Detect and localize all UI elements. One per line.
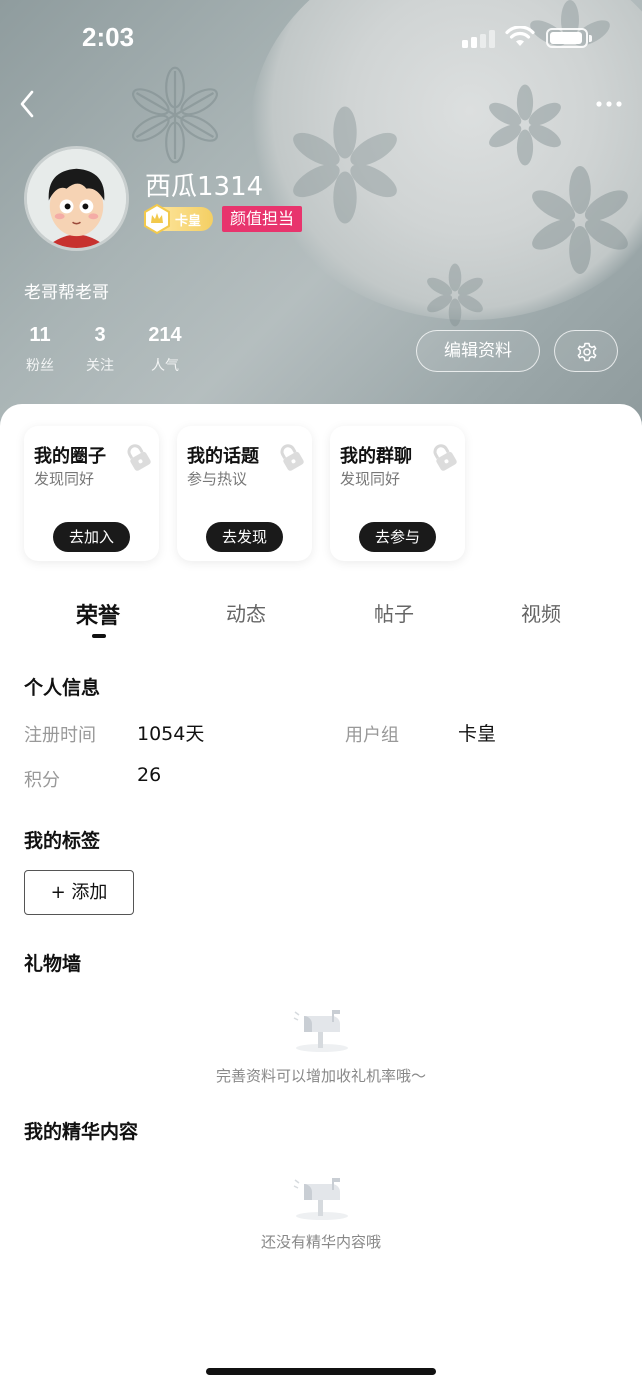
stat-label: 粉丝 bbox=[26, 358, 54, 374]
mailbox-icon bbox=[293, 1010, 348, 1052]
featured-empty-text: 还没有精华内容哦 bbox=[260, 1233, 381, 1251]
home-indicator[interactable] bbox=[206, 1368, 436, 1375]
flower-decoration bbox=[489, 84, 561, 166]
section-title-gift-wall: 礼物墙 bbox=[24, 953, 82, 975]
gear-icon bbox=[577, 342, 597, 362]
stat-popularity[interactable]: 214 人气 bbox=[145, 324, 185, 375]
lock-icon bbox=[127, 444, 151, 471]
tab-videos[interactable]: 视频 bbox=[521, 598, 561, 627]
vip-badge-label: 卡皇 bbox=[175, 214, 202, 229]
card-title: 我的圈子 bbox=[34, 446, 106, 467]
vip-badge[interactable]: 卡皇 bbox=[144, 204, 213, 234]
section-title-personal-info: 个人信息 bbox=[24, 677, 101, 699]
lock-icon bbox=[280, 444, 304, 471]
points-label: 积分 bbox=[24, 770, 60, 791]
user-group-label: 用户组 bbox=[345, 725, 399, 746]
register-time-label: 注册时间 bbox=[24, 725, 96, 746]
card-my-circles[interactable]: 我的圈子 发现同好 去加入 bbox=[24, 426, 159, 561]
avatar[interactable] bbox=[24, 146, 129, 251]
add-tag-button[interactable]: + 添加 bbox=[24, 870, 134, 915]
more-icon[interactable] bbox=[594, 94, 624, 114]
card-subtitle: 参与热议 bbox=[187, 470, 248, 488]
bio: 老哥帮老哥 bbox=[24, 283, 109, 303]
stat-label: 人气 bbox=[151, 358, 179, 374]
stat-value: 214 bbox=[148, 324, 182, 346]
username: 西瓜1314 bbox=[145, 172, 264, 202]
flower-decoration bbox=[427, 263, 483, 327]
flower-decoration bbox=[532, 166, 628, 274]
stat-fans[interactable]: 11 粉丝 bbox=[24, 324, 56, 375]
tab-honor[interactable]: 荣誉 bbox=[76, 598, 120, 630]
status-bar: 2:03 bbox=[0, 0, 642, 80]
honor-badge[interactable]: 颜值担当 bbox=[222, 206, 303, 232]
back-icon[interactable] bbox=[14, 86, 44, 122]
edit-profile-button[interactable]: 编辑资料 bbox=[416, 330, 540, 372]
discover-topic-button[interactable]: 去发现 bbox=[206, 522, 283, 552]
card-subtitle: 发现同好 bbox=[340, 470, 401, 488]
join-circle-button[interactable]: 去加入 bbox=[53, 522, 130, 552]
crown-icon bbox=[144, 204, 170, 234]
mailbox-icon bbox=[293, 1178, 348, 1220]
stat-value: 3 bbox=[94, 324, 106, 346]
card-my-topics[interactable]: 我的话题 参与热议 去发现 bbox=[177, 426, 312, 561]
section-title-featured: 我的精华内容 bbox=[24, 1121, 139, 1143]
join-group-button[interactable]: 去参与 bbox=[359, 522, 436, 552]
card-title: 我的话题 bbox=[187, 446, 259, 467]
tab-activity[interactable]: 动态 bbox=[226, 598, 266, 627]
gift-wall-empty-text: 完善资料可以增加收礼机率哦～ bbox=[215, 1067, 426, 1085]
avatar-image bbox=[27, 149, 126, 248]
register-time-value: 1054天 bbox=[137, 723, 205, 745]
status-time: 2:03 bbox=[82, 22, 135, 52]
stat-value: 11 bbox=[29, 324, 51, 346]
card-my-groups[interactable]: 我的群聊 发现同好 去参与 bbox=[330, 426, 465, 561]
card-title: 我的群聊 bbox=[340, 446, 412, 467]
stat-label: 关注 bbox=[86, 358, 114, 374]
points-value: 26 bbox=[137, 764, 162, 786]
settings-button[interactable] bbox=[554, 330, 618, 372]
signal-icon bbox=[462, 30, 495, 48]
section-title-tags: 我的标签 bbox=[24, 830, 101, 852]
stat-following[interactable]: 3 关注 bbox=[84, 324, 116, 375]
active-tab-indicator bbox=[92, 634, 106, 638]
card-subtitle: 发现同好 bbox=[34, 470, 95, 488]
battery-icon bbox=[546, 28, 592, 48]
user-group-value: 卡皇 bbox=[458, 723, 497, 745]
tab-posts[interactable]: 帖子 bbox=[374, 598, 414, 627]
lock-icon bbox=[433, 444, 457, 471]
wifi-icon bbox=[505, 26, 535, 46]
